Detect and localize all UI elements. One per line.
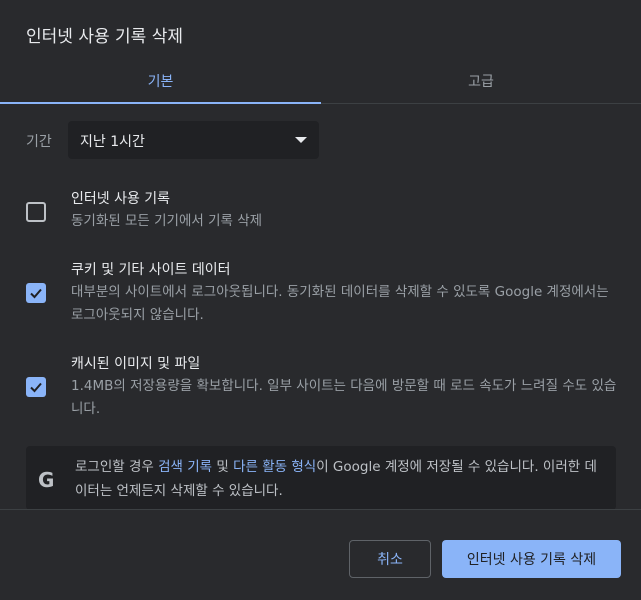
info-text: 로그인할 경우 검색 기록 및 다른 활동 형식이 Google 계정에 저장될… — [75, 455, 605, 503]
tab-basic[interactable]: 기본 — [0, 58, 321, 104]
info-text-part: 로그인할 경우 — [75, 459, 159, 475]
dialog-title: 인터넷 사용 기록 삭제 — [26, 27, 183, 47]
cookies-checkbox[interactable] — [26, 283, 46, 303]
time-range-label: 기간 — [26, 134, 52, 150]
time-range-dropdown[interactable]: 지난 1시간 — [68, 121, 319, 159]
footer-divider — [0, 509, 641, 510]
google-g-icon: G — [38, 468, 55, 492]
option-title: 캐시된 이미지 및 파일 — [71, 356, 201, 372]
checkmark-icon — [30, 288, 42, 299]
checkmark-icon — [30, 382, 42, 393]
option-description: 1.4MB의 저장용량을 확보합니다. 일부 사이트는 다음에 방문할 때 로드… — [71, 378, 617, 417]
selected-tab-indicator — [0, 102, 321, 104]
cancel-button[interactable]: 취소 — [349, 540, 431, 578]
option-description: 동기화된 모든 기기에서 기록 삭제 — [71, 213, 263, 229]
option-title: 인터넷 사용 기록 — [71, 191, 171, 207]
option-description: 대부분의 사이트에서 로그아웃됩니다. 동기화된 데이터를 삭제할 수 있도록 … — [71, 284, 609, 323]
info-text-part: 및 — [212, 459, 234, 475]
tab-advanced[interactable]: 고급 — [321, 58, 641, 104]
browsing-history-checkbox[interactable] — [26, 202, 46, 222]
tab-bar: 기본 고급 — [0, 58, 641, 104]
google-account-info-box: G 로그인할 경우 검색 기록 및 다른 활동 형식이 Google 계정에 저… — [26, 446, 616, 510]
option-title: 쿠키 및 기타 사이트 데이터 — [71, 262, 231, 278]
search-history-link[interactable]: 검색 기록 — [158, 459, 212, 475]
clear-browsing-data-dialog: 인터넷 사용 기록 삭제 기본 고급 기간 지난 1시간 인터넷 사용 기록 동… — [0, 0, 641, 600]
time-range-value: 지난 1시간 — [80, 134, 145, 150]
dropdown-arrow-icon — [295, 137, 307, 143]
clear-data-button[interactable]: 인터넷 사용 기록 삭제 — [442, 540, 621, 578]
other-activity-link[interactable]: 다른 활동 형식 — [233, 459, 316, 475]
cached-images-checkbox[interactable] — [26, 377, 46, 397]
